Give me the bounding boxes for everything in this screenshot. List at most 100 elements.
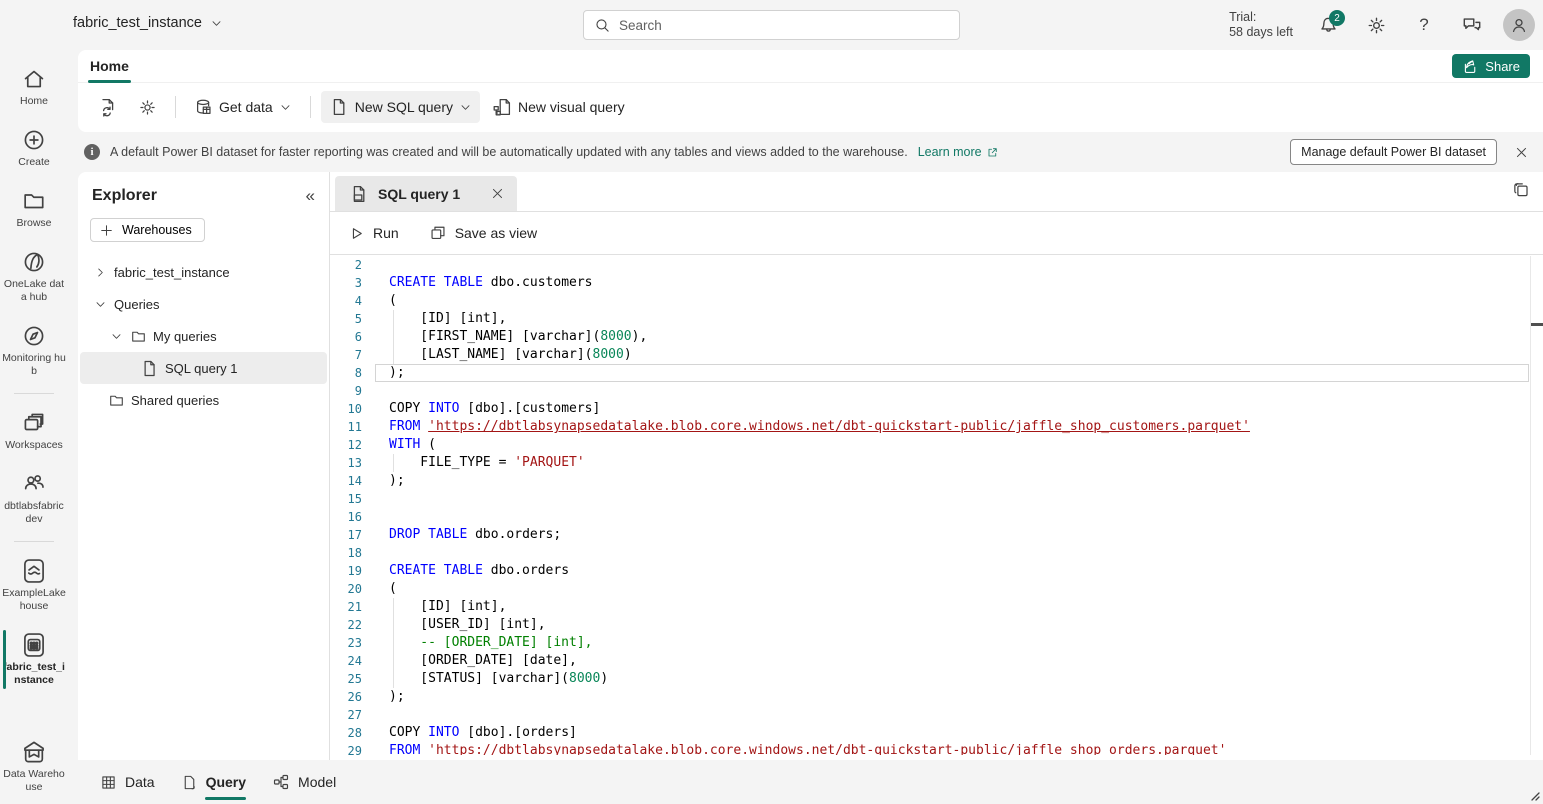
nav-browse[interactable]: Browse [0, 182, 68, 236]
resize-grip-icon[interactable] [1529, 790, 1541, 802]
line-number: 21 [330, 598, 362, 616]
tree-item-fabric-test-instance[interactable]: fabric_test_instance [80, 256, 327, 288]
copy-pages-icon[interactable] [1512, 181, 1531, 200]
person-icon [1509, 15, 1529, 35]
get-data-button[interactable]: Get data [186, 91, 300, 123]
app-launcher-icon[interactable] [20, 13, 46, 37]
code-line-17[interactable]: 17DROP TABLE dbo.orders; [330, 526, 1543, 544]
global-search[interactable] [583, 10, 960, 40]
line-number: 10 [330, 400, 362, 418]
editor-tabstrip: SQL SQL query 1 [330, 172, 1543, 212]
code-line-18[interactable]: 18 [330, 544, 1543, 562]
code-line-19[interactable]: 19CREATE TABLE dbo.orders [330, 562, 1543, 580]
code-line-22[interactable]: 22 [USER_ID] [int], [330, 616, 1543, 634]
tree-item-shared-queries[interactable]: Shared queries [80, 384, 327, 416]
close-icon [1514, 145, 1529, 160]
new-warehouse-button[interactable]: Warehouses [90, 218, 205, 242]
code-text: [STATUS] [varchar](8000) [389, 670, 608, 688]
nav-examplelakehouse[interactable]: ExampleLakehouse [0, 552, 68, 619]
code-line-2[interactable]: 2 [330, 256, 1543, 274]
line-number: 16 [330, 508, 362, 526]
nav-fabric-test-instance[interactable]: fabric_test_instance [0, 626, 68, 693]
code-line-25[interactable]: 25 [STATUS] [varchar](8000) [330, 670, 1543, 688]
view-tab-query[interactable]: Query [181, 760, 246, 804]
tree-item-label: My queries [153, 329, 217, 344]
workspace-switcher[interactable]: fabric_test_instance [73, 15, 223, 31]
code-line-26[interactable]: 26); [330, 688, 1543, 706]
run-button[interactable]: Run [348, 225, 399, 242]
nav-label: OneLake data hub [2, 278, 66, 304]
settings-button[interactable] [1359, 8, 1393, 42]
collapse-panel-icon[interactable]: « [306, 186, 315, 206]
manage-dataset-button[interactable]: Manage default Power BI dataset [1290, 139, 1497, 165]
nav-onelake-data-hub[interactable]: OneLake data hub [0, 243, 68, 310]
account-avatar[interactable] [1503, 9, 1535, 41]
nav-data-warehouse[interactable]: Data Warehouse [0, 733, 68, 800]
code-line-3[interactable]: 3CREATE TABLE dbo.customers [330, 274, 1543, 292]
sql-file-green-icon: SQL [349, 184, 369, 204]
code-text: FROM 'https://dbtlabsynapsedatalake.blob… [389, 418, 1250, 436]
code-line-15[interactable]: 15 [330, 490, 1543, 508]
sql-code-editor[interactable]: 23CREATE TABLE dbo.customers4(5 [ID] [in… [330, 256, 1543, 755]
view-tab-data[interactable]: Data [100, 760, 155, 804]
notifications-button[interactable]: 2 [1311, 8, 1345, 42]
scrollbar-marker[interactable] [1531, 323, 1543, 326]
code-line-21[interactable]: 21 [ID] [int], [330, 598, 1543, 616]
code-line-4[interactable]: 4( [330, 292, 1543, 310]
code-line-12[interactable]: 12WITH ( [330, 436, 1543, 454]
code-line-5[interactable]: 5 [ID] [int], [330, 310, 1543, 328]
tab-home[interactable]: Home [86, 50, 133, 83]
code-line-27[interactable]: 27 [330, 706, 1543, 724]
code-line-29[interactable]: 29FROM 'https://dbtlabsynapsedatalake.bl… [330, 742, 1543, 755]
workspaces-icon [21, 410, 47, 436]
learn-more-link[interactable]: Learn more [918, 145, 999, 159]
code-line-16[interactable]: 16 [330, 508, 1543, 526]
share-button[interactable]: Share [1452, 54, 1530, 78]
plus-circle-icon [21, 127, 47, 153]
data-warehouse-icon [21, 739, 47, 765]
code-text: COPY INTO [dbo].[orders] [389, 724, 577, 742]
tree-item-queries[interactable]: Queries [80, 288, 327, 320]
code-line-13[interactable]: 13 FILE_TYPE = 'PARQUET' [330, 454, 1543, 472]
line-number: 7 [330, 346, 362, 364]
code-line-28[interactable]: 28COPY INTO [dbo].[orders] [330, 724, 1543, 742]
nav-home[interactable]: Home [0, 60, 68, 114]
code-line-7[interactable]: 7 [LAST_NAME] [varchar](8000) [330, 346, 1543, 364]
editor-scrollbar[interactable] [1530, 256, 1543, 755]
nav-monitoring-hub[interactable]: Monitoring hub [0, 317, 68, 384]
feedback-button[interactable] [1455, 8, 1489, 42]
new-visual-query-button[interactable]: New visual query [484, 91, 633, 123]
nav-workspaces[interactable]: Workspaces [0, 404, 68, 458]
tree-item-sql-query-1[interactable]: SQLSQL query 1 [80, 352, 327, 384]
code-line-11[interactable]: 11FROM 'https://dbtlabsynapsedatalake.bl… [330, 418, 1543, 436]
code-line-10[interactable]: 10COPY INTO [dbo].[customers] [330, 400, 1543, 418]
code-line-20[interactable]: 20( [330, 580, 1543, 598]
code-line-24[interactable]: 24 [ORDER_DATE] [date], [330, 652, 1543, 670]
warehouse-settings-button[interactable] [130, 91, 165, 123]
code-text: CREATE TABLE dbo.customers [389, 274, 593, 292]
code-line-6[interactable]: 6 [FIRST_NAME] [varchar](8000), [330, 328, 1543, 346]
code-line-9[interactable]: 9 [330, 382, 1543, 400]
nav-label: Data Warehouse [2, 768, 66, 794]
new-sql-query-button[interactable]: SQL New SQL query [321, 91, 480, 123]
line-number: 14 [330, 472, 362, 490]
nav-dbtlabsfabricdev[interactable]: dbtlabsfabricdev [0, 465, 68, 532]
help-button[interactable]: ? [1407, 8, 1441, 42]
code-line-23[interactable]: 23 -- [ORDER_DATE] [int], [330, 634, 1543, 652]
refresh-dataset-button[interactable] [90, 91, 126, 123]
line-number: 27 [330, 706, 362, 724]
code-line-8[interactable]: 8); [330, 364, 1543, 382]
nav-create[interactable]: Create [0, 121, 68, 175]
nav-rail: Home Create Browse OneLake data hub Monitori… [0, 50, 68, 804]
code-line-14[interactable]: 14); [330, 472, 1543, 490]
view-tab-model[interactable]: Model [272, 760, 336, 804]
code-text: DROP TABLE dbo.orders; [389, 526, 561, 544]
close-tab-button[interactable] [487, 184, 507, 204]
query-toolbar: Run Save as view [330, 212, 1543, 255]
save-as-view-button[interactable]: Save as view [429, 224, 537, 242]
query-tab[interactable]: SQL SQL query 1 [335, 176, 517, 211]
search-input[interactable] [619, 18, 949, 33]
warehouse-icon [21, 632, 47, 658]
tree-item-my-queries[interactable]: My queries [80, 320, 327, 352]
banner-close-button[interactable] [1507, 138, 1535, 166]
